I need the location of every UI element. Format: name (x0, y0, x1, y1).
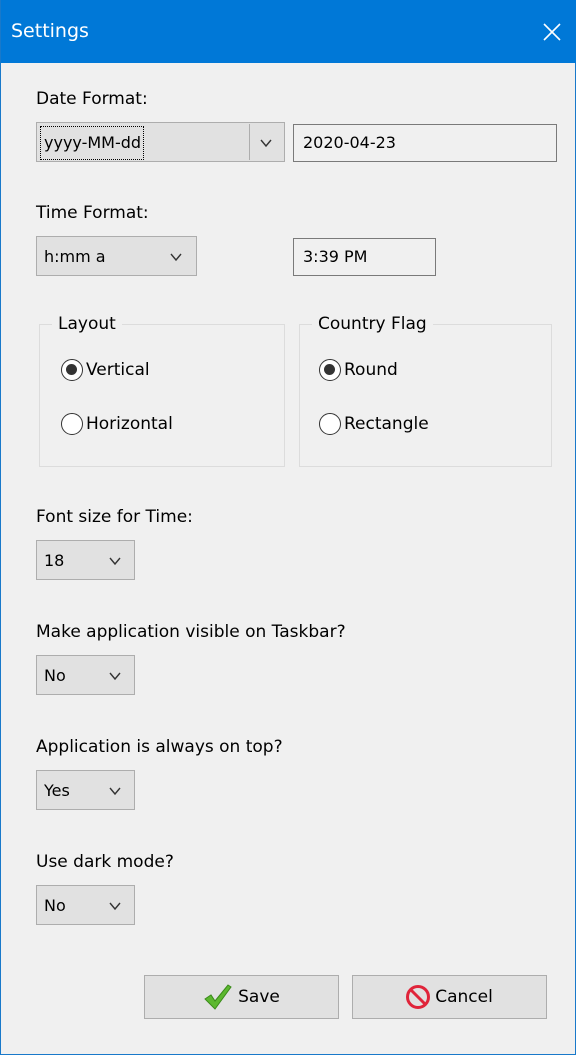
save-button[interactable]: Save (144, 975, 339, 1019)
radio-label: Round (344, 360, 398, 380)
radio-dot (324, 364, 335, 375)
radio-button-unchecked (61, 413, 83, 435)
radio-button-checked (319, 359, 341, 381)
time-format-select[interactable]: h:mm a (36, 236, 197, 276)
dark-mode-select[interactable]: No (36, 885, 135, 925)
close-button[interactable] (527, 0, 576, 63)
always-on-top-select[interactable]: Yes (36, 770, 135, 810)
cancel-button-label: Cancel (435, 987, 493, 1007)
checkmark-icon (204, 984, 232, 1010)
radio-label: Rectangle (344, 414, 429, 434)
radio-button-checked (61, 359, 83, 381)
radio-vertical[interactable]: Vertical (61, 358, 150, 382)
chevron-down-icon (170, 253, 182, 262)
time-preview-field[interactable]: 3:39 PM (293, 238, 436, 276)
radio-round[interactable]: Round (319, 358, 398, 382)
dark-mode-value: No (44, 896, 66, 915)
combo-separator (249, 124, 250, 160)
layout-group: Layout Vertical Horizontal (39, 314, 285, 467)
chevron-down-icon (109, 902, 121, 911)
taskbar-value: No (44, 666, 66, 685)
radio-horizontal[interactable]: Horizontal (61, 412, 173, 436)
taskbar-label: Make application visible on Taskbar? (36, 622, 346, 642)
radio-dot (66, 364, 77, 375)
chevron-down-icon (109, 557, 121, 566)
always-on-top-label: Application is always on top? (36, 737, 283, 757)
save-button-label: Save (238, 987, 280, 1007)
chevron-down-icon (109, 787, 121, 796)
title-bar[interactable]: Settings (1, 0, 576, 63)
chevron-down-icon (109, 672, 121, 681)
always-on-top-value: Yes (44, 781, 70, 800)
country-flag-group: Country Flag Round Rectangle (299, 314, 552, 467)
font-size-value: 18 (44, 551, 65, 570)
radio-label: Horizontal (86, 414, 173, 434)
layout-group-title: Layout (52, 314, 122, 334)
date-format-value: yyyy-MM-dd (40, 126, 145, 160)
radio-button-unchecked (319, 413, 341, 435)
settings-window: Settings Date Format: yyyy-MM-dd 2020-04… (0, 0, 576, 1055)
chevron-down-icon (260, 139, 272, 148)
country-flag-group-title: Country Flag (312, 314, 433, 334)
taskbar-select[interactable]: No (36, 655, 135, 695)
date-format-label: Date Format: (36, 89, 148, 109)
close-icon (543, 22, 561, 41)
cancel-button[interactable]: Cancel (352, 975, 547, 1019)
radio-label: Vertical (86, 360, 150, 380)
time-format-value: h:mm a (44, 247, 106, 266)
date-preview-field[interactable]: 2020-04-23 (293, 124, 557, 162)
font-size-label: Font size for Time: (36, 507, 193, 527)
font-size-select[interactable]: 18 (36, 540, 135, 580)
time-format-label: Time Format: (36, 203, 149, 223)
dark-mode-label: Use dark mode? (36, 852, 174, 872)
radio-rectangle[interactable]: Rectangle (319, 412, 429, 436)
window-title: Settings (11, 20, 89, 42)
no-entry-icon (406, 985, 431, 1009)
date-format-select[interactable]: yyyy-MM-dd (36, 122, 285, 162)
